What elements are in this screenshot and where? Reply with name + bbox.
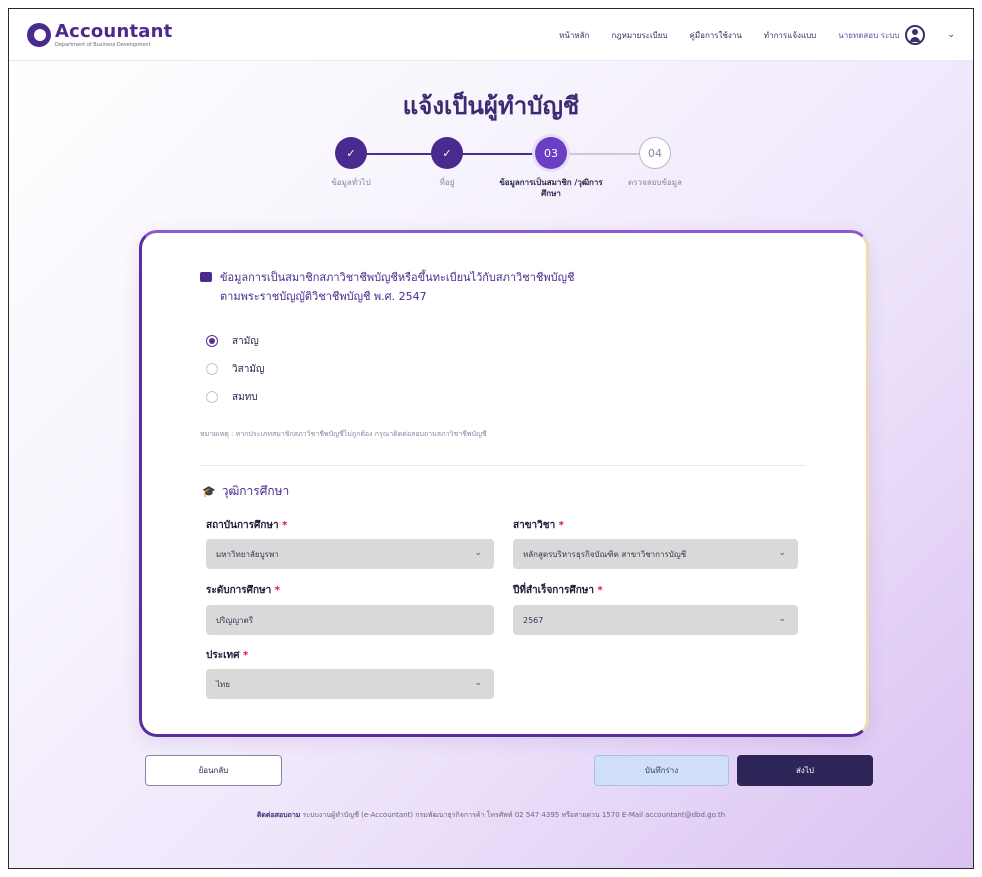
chevron-down-icon: ⌄ [474, 678, 482, 688]
nav-manual[interactable]: คู่มือการใช้งาน [690, 29, 742, 42]
divider [200, 465, 806, 466]
major-label: สาขาวิชา * [513, 520, 564, 531]
step-label: ข้อมูลการเป็นสมาชิก /วุฒิการศึกษา [499, 178, 603, 199]
education-level-field: ปริญญาตรี [206, 605, 494, 635]
submit-button[interactable]: ส่งไป [737, 755, 873, 786]
radio-option-ordinary[interactable]: สามัญ [206, 327, 264, 355]
back-button[interactable]: ย้อนกลับ [145, 755, 282, 786]
user-avatar-icon[interactable] [905, 25, 926, 45]
major-select[interactable]: หลักสูตรบริหารธุรกิจบัณฑิต สาขาวิชาการบั… [513, 539, 798, 569]
footer-prefix: ติดต่อสอบถาม [256, 811, 301, 819]
footer-contact: ติดต่อสอบถาม ระบบงานผู้ทำบัญชี (e-Accoun… [9, 810, 973, 821]
membership-heading-line1: ข้อมูลการเป็นสมาชิกสภาวิชาชีพบัญชีหรือขึ… [220, 271, 575, 284]
radio-button[interactable] [206, 363, 218, 375]
institution-label: สถาบันการศึกษา * [206, 520, 288, 531]
radio-label: วิสามัญ [232, 363, 265, 375]
step-address[interactable]: ✓ ที่อยู่ [392, 137, 502, 188]
card-icon [200, 272, 212, 282]
education-heading: 🎓 วุฒิการศึกษา [202, 482, 289, 501]
step-number: 03 [535, 137, 567, 169]
chevron-down-icon: ⌄ [778, 614, 786, 624]
membership-heading-line2: ตามพระราชบัญญัติวิชาชีพบัญชี พ.ศ. 2547 [220, 289, 427, 303]
grad-year-label: ปีที่สำเร็จการศึกษา * [513, 585, 603, 596]
check-icon: ✓ [431, 137, 463, 169]
radio-label: สมทบ [232, 391, 258, 403]
graduation-cap-icon: 🎓 [202, 485, 216, 498]
step-general-info[interactable]: ✓ ข้อมูลทั่วไป [296, 137, 406, 188]
education-heading-text: วุฒิการศึกษา [221, 484, 290, 498]
brand-name: Accountant [55, 20, 173, 42]
chevron-down-icon: ⌄ [778, 548, 786, 558]
institution-select[interactable]: มหาวิทยาลัยบูรพา ⌄ [206, 539, 494, 569]
page-title: แจ้งเป็นผู้ทำบัญชี [402, 92, 580, 120]
education-level-label: ระดับการศึกษา * [206, 585, 280, 596]
country-label: ประเทศ * [206, 650, 249, 661]
step-membership-education[interactable]: 03 ข้อมูลการเป็นสมาชิก /วุฒิการศึกษา [496, 137, 606, 199]
brand-logo[interactable]: Accountant Department of Business Develo… [27, 19, 172, 51]
form-card: ข้อมูลการเป็นสมาชิกสภาวิชาชีพบัญชีหรือขึ… [139, 230, 869, 737]
radio-label: สามัญ [232, 335, 259, 347]
browser-frame: Accountant Department of Business Develo… [8, 8, 974, 869]
membership-heading: ข้อมูลการเป็นสมาชิกสภาวิชาชีพบัญชีหรือขึ… [200, 269, 574, 306]
logo-icon [27, 23, 51, 47]
check-icon: ✓ [335, 137, 367, 169]
nav-home[interactable]: หน้าหลัก [559, 29, 589, 42]
step-number: 04 [639, 137, 671, 169]
radio-button[interactable] [206, 335, 218, 347]
grad-year-select[interactable]: 2567 ⌄ [513, 605, 798, 635]
step-label: ข้อมูลทั่วไป [331, 178, 371, 187]
step-review[interactable]: 04 ตรวจสอบข้อมูล [600, 137, 710, 188]
chevron-down-icon: ⌄ [474, 548, 482, 558]
membership-type-group: สามัญ วิสามัญ สมทบ [206, 327, 264, 411]
stepper: ✓ ข้อมูลทั่วไป ✓ ที่อยู่ 03 ข้อมูลการเป็… [9, 137, 973, 217]
chevron-down-icon[interactable]: ⌄ [947, 30, 955, 40]
brand-subtitle: Department of Business Development [55, 41, 151, 48]
nav-submit[interactable]: ทำการแจ้งแบบ [764, 29, 816, 42]
membership-note: หมายเหตุ : หากประเภทสมาชิกสภาวิชาชีพบัญช… [200, 430, 487, 438]
radio-option-associate[interactable]: สมทบ [206, 383, 264, 411]
user-name[interactable]: นายทดสอบ ระบบ [838, 29, 899, 42]
nav-laws[interactable]: กฎหมายระเบียบ [611, 29, 667, 42]
save-draft-button[interactable]: บันทึกร่าง [594, 755, 729, 786]
radio-option-extraordinary[interactable]: วิสามัญ [206, 355, 264, 383]
top-navbar: Accountant Department of Business Develo… [9, 9, 973, 61]
footer-text: ระบบงานผู้ทำบัญชี (e-Accountant) กรมพัฒน… [302, 811, 726, 819]
radio-button[interactable] [206, 391, 218, 403]
country-select[interactable]: ไทย ⌄ [206, 669, 494, 699]
step-label: ตรวจสอบข้อมูล [628, 178, 682, 187]
step-label: ที่อยู่ [439, 178, 455, 187]
main-nav: หน้าหลัก กฎหมายระเบียบ คู่มือการใช้งาน ท… [537, 25, 955, 45]
